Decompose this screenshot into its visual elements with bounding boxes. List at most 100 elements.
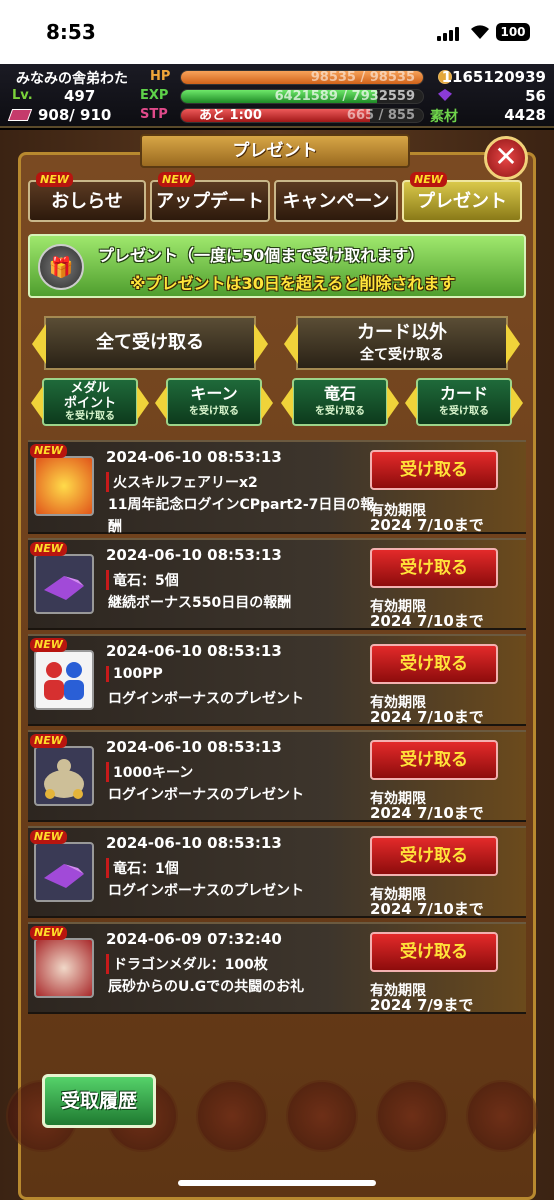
tab-label: プレゼント xyxy=(417,191,507,212)
player-status-header: みなみの舎弟わた Lv. 497 908/ 910 HP 98535 / 985… xyxy=(0,64,554,128)
tab-label: おしらせ xyxy=(51,191,123,212)
tab-campaign[interactable]: キャンペーン xyxy=(274,180,398,222)
new-badge: NEW xyxy=(30,542,67,556)
tab-update[interactable]: NEW アップデート xyxy=(150,172,270,222)
present-row: NEW 2024-06-10 08:53:13 竜石：1個 ログインボーナスのプ… xyxy=(28,826,526,918)
new-badge: NEW xyxy=(30,734,67,748)
new-badge: NEW xyxy=(158,172,195,187)
present-description: ログインボーナスのプレゼント xyxy=(108,691,304,707)
present-item: 竜石：5個 xyxy=(106,570,179,590)
present-description: 11周年記念ログインCPpart2-7日目の報酬 xyxy=(108,497,375,535)
receive-button[interactable]: 受け取る xyxy=(370,548,498,588)
except-cards-label-2: 全て受け取る xyxy=(360,347,444,363)
sozai-label: 素材 xyxy=(430,109,458,125)
close-button[interactable]: ✕ xyxy=(484,136,528,180)
signal-icon xyxy=(437,27,459,41)
receive-all-label: 全て受け取る xyxy=(96,332,204,353)
receive-button[interactable]: 受け取る xyxy=(370,450,498,490)
exp-value: 6421589 / 7932559 xyxy=(274,89,415,104)
status-time: 8:53 xyxy=(46,20,96,44)
stp-bar: あと 1:00 665 / 855 xyxy=(180,108,424,123)
expiry-date: 2024 7/10まで xyxy=(370,612,484,630)
stp-remaining: あと 1:00 xyxy=(199,108,262,123)
receive-all-except-cards-button[interactable]: カード以外 全て受け取る xyxy=(284,316,520,370)
card-count: 908/ 910 xyxy=(38,106,112,124)
receive-button[interactable]: 受け取る xyxy=(370,836,498,876)
nav-friend-icon xyxy=(376,1080,448,1152)
expiry-date: 2024 7/9まで xyxy=(370,996,474,1014)
hp-value: 98535 / 98535 xyxy=(310,70,415,85)
present-date: 2024-06-10 08:53:13 xyxy=(106,546,282,564)
present-description: ログインボーナスのプレゼント xyxy=(108,883,304,899)
present-row: NEW 2024-06-10 08:53:13 竜石：5個 継続ボーナス550日… xyxy=(28,538,526,630)
card-label-1: カード xyxy=(439,384,488,403)
receive-history-button[interactable]: 受取履歴 xyxy=(42,1074,156,1128)
sozai-value: 4428 xyxy=(504,106,546,124)
receive-all-button[interactable]: 全て受け取る xyxy=(32,316,268,370)
dragon-stone-icon xyxy=(34,554,94,614)
expiry-date: 2024 7/10まで xyxy=(370,516,484,534)
kin-money-bag-icon xyxy=(34,746,94,806)
receive-button[interactable]: 受け取る xyxy=(370,644,498,684)
medal-label-3: を受け取る xyxy=(65,411,115,422)
gift-icon: 🎁 xyxy=(38,244,84,290)
present-notice: 🎁 プレゼント（一度に50個まで受け取れます） ※プレゼントは30日を超えると削… xyxy=(28,234,526,298)
new-badge: NEW xyxy=(30,830,67,844)
wifi-icon xyxy=(471,25,489,39)
present-item: ドラゴンメダル：100枚 xyxy=(106,954,268,974)
fire-fairy-icon xyxy=(34,456,94,516)
gold-value: 1165120939 xyxy=(441,68,546,86)
medal-label-1: メダル xyxy=(70,381,110,396)
present-date: 2024-06-10 08:53:13 xyxy=(106,834,282,852)
present-date: 2024-06-10 08:53:13 xyxy=(106,642,282,660)
hp-label: HP xyxy=(150,69,171,84)
hp-bar: 98535 / 98535 xyxy=(180,70,424,85)
new-badge: NEW xyxy=(36,172,73,187)
receive-card-button[interactable]: カード を受け取る xyxy=(405,378,523,426)
except-cards-label-1: カード以外 xyxy=(357,322,447,343)
receive-medal-points-button[interactable]: メダル ポイント を受け取る xyxy=(31,378,149,426)
receive-button[interactable]: 受け取る xyxy=(370,740,498,780)
character-portrait-icon xyxy=(34,938,94,998)
present-item: 竜石：1個 xyxy=(106,858,179,878)
exp-bar: 6421589 / 7932559 xyxy=(180,89,424,104)
dragon-stone-icon xyxy=(34,842,94,902)
present-item: 1000キーン xyxy=(106,762,193,782)
receive-kin-button[interactable]: キーン を受け取る xyxy=(155,378,273,426)
ryu-label-1: 竜石 xyxy=(323,384,356,403)
new-badge: NEW xyxy=(30,638,67,652)
present-row: NEW 2024-06-10 08:53:13 火スキルフェアリーx2 11周年… xyxy=(28,440,526,535)
stp-value: 665 / 855 xyxy=(346,108,415,123)
pp-friends-icon xyxy=(34,650,94,710)
exp-label: EXP xyxy=(140,88,169,103)
player-name: みなみの舎弟わた xyxy=(16,71,128,87)
gem-icon xyxy=(438,89,452,101)
ryu-label-2: を受け取る xyxy=(315,406,365,417)
status-bar: 8:53 100 xyxy=(0,0,554,64)
present-row: NEW 2024-06-10 08:53:13 100PP ログインボーナスのプ… xyxy=(28,634,526,726)
nav-gacha-icon xyxy=(286,1080,358,1152)
new-badge: NEW xyxy=(410,172,447,187)
receive-button[interactable]: 受け取る xyxy=(370,932,498,972)
nav-menu-icon xyxy=(466,1080,538,1152)
new-badge: NEW xyxy=(30,926,67,940)
new-badge: NEW xyxy=(30,444,67,458)
tab-present[interactable]: NEW プレゼント xyxy=(402,172,522,222)
kin-label-2: を受け取る xyxy=(189,406,239,417)
level-label: Lv. xyxy=(12,88,33,103)
stp-label: STP xyxy=(140,107,168,122)
tab-label: アップデート xyxy=(156,191,264,212)
present-description: 継続ボーナス550日目の報酬 xyxy=(108,595,292,611)
present-date: 2024-06-10 08:53:13 xyxy=(106,738,282,756)
present-item: 100PP xyxy=(106,666,163,682)
gem-value: 56 xyxy=(525,87,546,105)
expiry-date: 2024 7/10まで xyxy=(370,900,484,918)
tab-oshirase[interactable]: NEW おしらせ xyxy=(28,172,146,222)
home-indicator xyxy=(178,1180,376,1186)
kin-label-1: キーン xyxy=(190,384,238,403)
receive-ryuseki-button[interactable]: 竜石 を受け取る xyxy=(281,378,399,426)
expiry-date: 2024 7/10まで xyxy=(370,804,484,822)
tab-label: キャンペーン xyxy=(282,191,390,212)
medal-label-2: ポイント xyxy=(63,396,116,411)
card-icon xyxy=(7,109,33,121)
